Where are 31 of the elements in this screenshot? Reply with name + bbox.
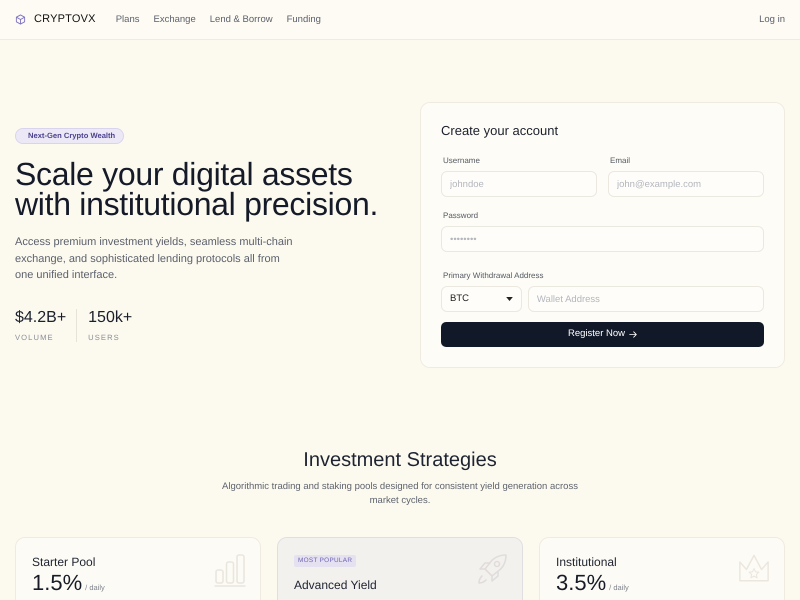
field-label: Username [443, 156, 481, 166]
wallet-address-field[interactable]: Wallet Address [528, 286, 764, 312]
plan-name: Starter Pool [32, 554, 96, 570]
field-label: Primary Withdrawal Address [443, 271, 544, 281]
email-field[interactable]: john@example.com [608, 171, 764, 197]
stat-value: 150k+ [88, 308, 132, 327]
nav-link[interactable]: Funding [286, 14, 321, 24]
plan-rate: 3.5% [556, 570, 606, 596]
hero-description: Access premium investment yields, seamless multi-chain exchange, and sophisticated lending protocols all from one unified interface. [15, 235, 294, 284]
nav-link[interactable]: Exchange [153, 14, 196, 24]
nav-link[interactable]: Plans [116, 14, 140, 24]
brand-name[interactable]: CRYPTOVX [34, 14, 96, 25]
username-field[interactable]: johndoe [441, 171, 597, 197]
form-title: Create your account [441, 123, 560, 139]
section-subtitle: Algorithmic trading and staking pools designed for consistent yield generation across market cycles. [221, 480, 579, 507]
login-link[interactable]: Log in [759, 14, 785, 24]
hero-heading: Scale your digital assets with institutional precision. [15, 159, 380, 220]
stat-value: $4.2B+ [15, 308, 66, 327]
plan-rate: 1.5% [32, 570, 82, 596]
arrow-icon [629, 331, 638, 338]
plan-name: Institutional [556, 554, 618, 570]
field-label: Email [610, 156, 632, 166]
register-button[interactable]: Register Now [441, 322, 764, 347]
plan-name: Advanced Yield [294, 577, 377, 593]
cube-logo-icon [15, 14, 26, 25]
section-title: Investment Strategies [302, 448, 498, 472]
nav-link[interactable]: Lend & Borrow [210, 14, 273, 24]
currency-select[interactable]: BTC [441, 286, 522, 312]
field-label: Password [443, 211, 480, 221]
caret-icon [506, 297, 513, 301]
password-field[interactable]: •••••••• [441, 226, 764, 252]
